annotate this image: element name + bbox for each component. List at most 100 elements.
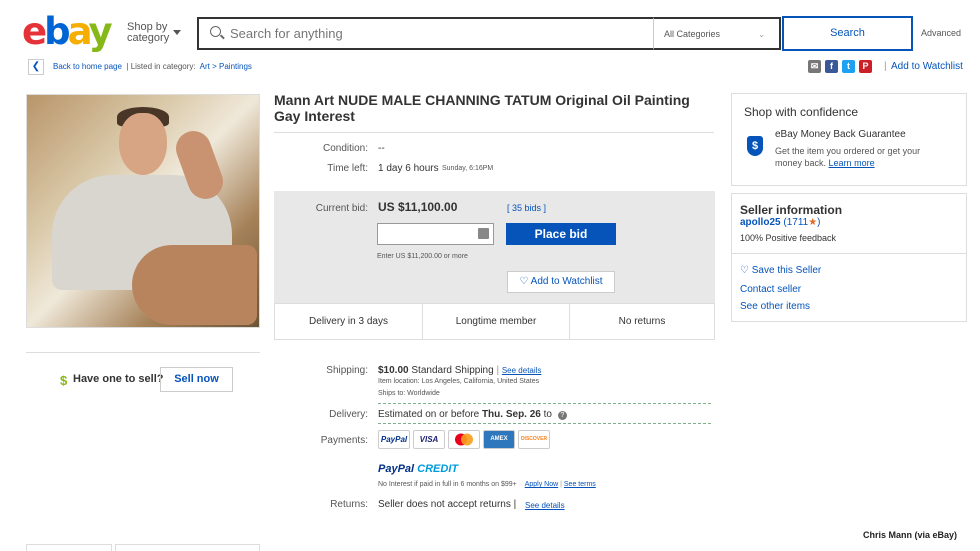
time-left-value: 1 day 6 hours — [378, 163, 439, 174]
badge-longtime-member: Longtime member — [455, 316, 537, 327]
add-to-watchlist-button[interactable]: ♡ Add to Watchlist — [507, 271, 615, 293]
ships-to: Ships to: Worldwide — [378, 390, 440, 397]
guarantee-text-1: Get the item you ordered or get your — [775, 146, 921, 156]
badge-no-returns: No returns — [618, 316, 666, 327]
search-placeholder: Search for anything — [230, 26, 343, 41]
seller-info-title: Seller information — [740, 203, 843, 217]
visa-icon: VISA — [413, 430, 445, 449]
breadcrumb-art[interactable]: Art — [200, 62, 210, 71]
tab-stub[interactable] — [26, 544, 112, 551]
heart-icon: ♡ — [740, 265, 749, 276]
positive-feedback: 100% Positive feedback — [740, 233, 837, 243]
pinterest-icon[interactable]: P — [859, 60, 872, 73]
credit-note-text: No Interest if paid in full in 6 months … — [378, 481, 517, 488]
contact-seller-link[interactable]: Contact seller — [740, 284, 801, 295]
seller-name-row: apollo25 (1711★) — [740, 217, 821, 228]
guarantee-title: eBay Money Back Guarantee — [775, 129, 906, 140]
bids-count-link[interactable]: [ 35 bids ] — [507, 203, 546, 213]
photo-credit: Chris Mann (via eBay) — [863, 530, 958, 540]
bid-hint: Enter US $11,200.00 or more — [377, 253, 468, 260]
back-arrow-icon[interactable]: ❮ — [28, 59, 44, 75]
item-location: Item location: Los Angeles, California, … — [378, 378, 540, 385]
see-other-items-link[interactable]: See other items — [740, 301, 810, 312]
search-button[interactable]: Search — [782, 16, 913, 51]
category-select[interactable]: All Categories ⌄ — [653, 17, 781, 50]
breadcrumb: Back to home page | Listed in category: … — [53, 62, 252, 71]
credit-note: No Interest if paid in full in 6 months … — [378, 481, 596, 488]
breadcrumb-paintings[interactable]: Paintings — [219, 62, 252, 71]
divider — [274, 132, 714, 133]
item-photo[interactable] — [26, 94, 260, 328]
condition-value: -- — [378, 143, 385, 154]
condition-label: Condition: — [322, 143, 368, 154]
shop-by-category[interactable]: Shop by category — [127, 22, 169, 44]
badge-delivery: Delivery in 3 days — [309, 316, 388, 327]
add-to-watchlist-link[interactable]: Add to Watchlist — [891, 61, 963, 72]
facebook-icon[interactable]: f — [825, 60, 838, 73]
divider — [26, 352, 260, 353]
ebay-logo[interactable]: ebay — [22, 12, 113, 52]
save-seller-link[interactable]: ♡ Save this Seller — [740, 265, 821, 276]
listed-in-label: | Listed in category: — [126, 62, 196, 71]
delivery-date: Thu. Sep. 26 — [481, 409, 541, 420]
divider — [378, 403, 711, 404]
mastercard-icon — [448, 430, 480, 449]
apply-now-link[interactable]: Apply Now — [525, 481, 558, 488]
sell-now-button[interactable]: Sell now — [160, 367, 233, 392]
delivery-label: Delivery: — [329, 409, 368, 420]
shipping-see-details-link[interactable]: See details — [502, 366, 542, 375]
shield-icon: $ — [747, 136, 763, 156]
item-badges: Delivery in 3 days Longtime member No re… — [274, 303, 715, 340]
shipping-cost: $10.00 — [378, 365, 409, 376]
delivery-info: Estimated on or before Thu. Sep. 26 to ? — [378, 409, 567, 420]
delivery-text: Estimated on or before — [378, 409, 480, 420]
heart-icon: ♡ — [519, 276, 529, 287]
chevron-down-icon[interactable] — [173, 30, 181, 35]
back-to-home-link[interactable]: Back to home page — [53, 62, 122, 71]
seller-name-link[interactable]: apollo25 — [740, 217, 781, 228]
shop-by-line2: category — [127, 32, 170, 44]
advanced-link[interactable]: Advanced — [921, 28, 961, 38]
place-bid-button[interactable]: Place bid — [506, 223, 616, 245]
item-title: Mann Art NUDE MALE CHANNING TATUM Origin… — [274, 92, 690, 124]
current-bid-label: Current bid: — [315, 203, 368, 214]
learn-more-link[interactable]: Learn more — [829, 158, 875, 168]
divider — [378, 423, 711, 424]
shipping-method: Standard Shipping — [411, 365, 494, 376]
returns-label: Returns: — [330, 499, 368, 510]
star-icon: ★ — [808, 217, 818, 228]
guarantee-text-2: money back. Learn more — [775, 158, 875, 168]
feedback-count-link[interactable]: (1711 — [783, 217, 808, 228]
paypal-icon: PayPal — [378, 430, 410, 449]
shipping-label: Shipping: — [326, 365, 368, 376]
current-bid-value: US $11,100.00 — [378, 200, 458, 214]
time-left-detail: Sunday, 6:16PM — [442, 165, 494, 172]
mail-icon[interactable]: ✉ — [808, 60, 821, 73]
returns-text: Seller does not accept returns | — [378, 499, 517, 510]
category-select-value: All Categories — [664, 29, 721, 39]
search-icon — [210, 26, 221, 37]
have-one-to-sell-label: Have one to sell? — [73, 373, 164, 385]
shipping-info: $10.00 Standard Shipping | See details — [378, 365, 542, 376]
dollar-icon: $ — [60, 373, 68, 388]
bid-amount-input[interactable] — [377, 223, 494, 245]
chevron-down-icon: ⌄ — [758, 30, 765, 39]
delivery-to: to — [543, 409, 552, 420]
discover-icon: DISCOVER — [518, 430, 550, 449]
paypal-credit-logo: PayPal CREDIT — [378, 463, 459, 475]
see-terms-link[interactable]: See terms — [564, 481, 596, 488]
tab-stub[interactable] — [115, 544, 260, 551]
calculator-icon — [478, 228, 489, 239]
info-icon[interactable]: ? — [557, 411, 567, 420]
time-left-label: Time left: — [327, 163, 368, 174]
divider — [731, 253, 967, 254]
returns-see-details-link[interactable]: See details — [525, 501, 565, 510]
payments-label: Payments: — [320, 435, 368, 446]
confidence-title: Shop with confidence — [744, 105, 859, 119]
add-to-watchlist-label: Add to Watchlist — [530, 276, 603, 287]
amex-icon: AMEX — [483, 430, 515, 449]
save-seller-label: Save this Seller — [751, 265, 822, 276]
twitter-icon[interactable]: t — [842, 60, 855, 73]
feedback-close: ) — [817, 217, 821, 228]
divider: | — [884, 61, 887, 72]
